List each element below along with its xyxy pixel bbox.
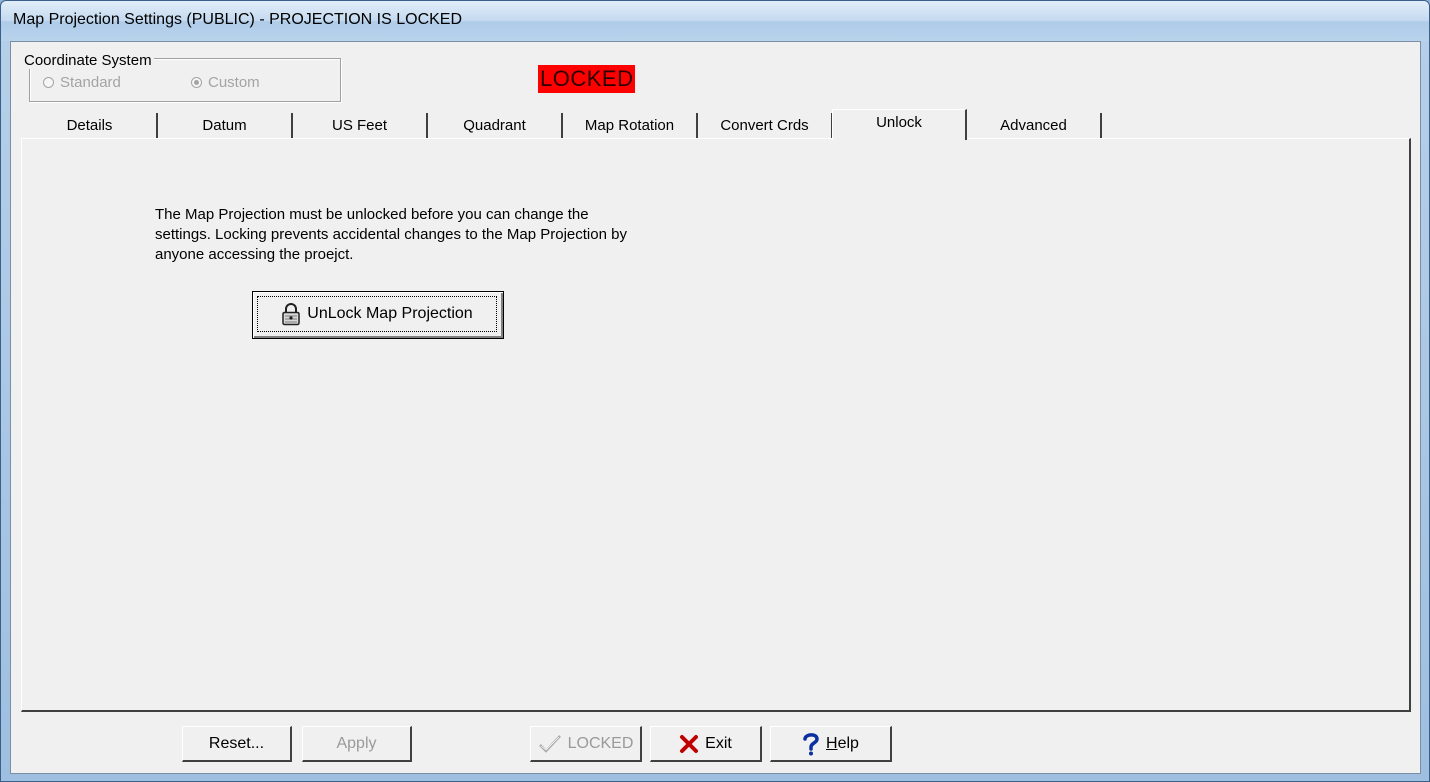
title-bar[interactable]: Map Projection Settings (PUBLIC) - PROJE… [1, 1, 1429, 41]
tab-advanced-label: Advanced [1000, 117, 1067, 134]
tab-details-label: Details [66, 117, 113, 134]
unlock-map-projection-button[interactable]: UnLock Map Projection [252, 291, 504, 339]
unlock-button-focus-rect: UnLock Map Projection [257, 296, 497, 332]
tab-quadrant[interactable]: Quadrant [428, 113, 563, 138]
checkmark-icon [538, 734, 562, 754]
exit-button-label: Exit [705, 734, 732, 752]
reset-button[interactable]: Reset... [182, 726, 292, 762]
tab-unlock[interactable]: Unlock [832, 109, 967, 140]
radio-custom-circle [191, 77, 202, 88]
dialog-window: Map Projection Settings (PUBLIC) - PROJE… [0, 0, 1430, 782]
help-button-label: Help [826, 735, 859, 753]
unlock-button-label: UnLock Map Projection [307, 305, 473, 322]
help-mnemonic: H [826, 734, 838, 752]
help-button[interactable]: Help [770, 726, 892, 762]
unlock-description-line-1: The Map Projection must be unlocked befo… [155, 206, 589, 223]
padlock-icon [282, 303, 301, 326]
locked-button-label: LOCKED [567, 734, 634, 752]
apply-button[interactable]: Apply [302, 726, 412, 762]
question-mark-icon [802, 732, 820, 756]
tab-us-feet-label: US Feet [331, 117, 388, 134]
close-x-icon [679, 734, 699, 754]
locked-status-badge: LOCKED [538, 65, 636, 93]
window-title: Map Projection Settings (PUBLIC) - PROJE… [13, 11, 463, 28]
tab-convert-crds[interactable]: Convert Crds [698, 113, 833, 138]
coordinate-system-legend: Coordinate System [22, 52, 154, 69]
tab-unlock-label: Unlock [876, 114, 922, 131]
radio-custom[interactable]: Custom [191, 74, 260, 91]
reset-button-label: Reset... [208, 734, 265, 752]
radio-standard-label: Standard [60, 74, 121, 91]
tab-convert-crds-label: Convert Crds [720, 117, 809, 134]
tab-us-feet[interactable]: US Feet [293, 113, 428, 138]
unlock-description-line-3: anyone accessing the proejct. [155, 246, 354, 263]
radio-custom-label: Custom [208, 74, 260, 91]
help-label-rest: elp [837, 734, 859, 752]
tab-details[interactable]: Details [23, 113, 158, 138]
radio-standard-circle [43, 77, 54, 88]
tab-quadrant-label: Quadrant [463, 117, 526, 134]
exit-button[interactable]: Exit [650, 726, 762, 762]
tab-datum[interactable]: Datum [158, 113, 293, 138]
unlock-description: The Map Projection must be unlocked befo… [155, 205, 695, 265]
dialog-client-area: Coordinate System Standard Custom LOCKED… [10, 41, 1421, 774]
unlock-tab-panel: The Map Projection must be unlocked befo… [21, 138, 1411, 712]
apply-button-label: Apply [336, 734, 377, 752]
tab-advanced[interactable]: Advanced [967, 113, 1102, 138]
tab-map-rotation-label: Map Rotation [584, 117, 675, 134]
unlock-description-line-2: settings. Locking prevents accidental ch… [155, 226, 627, 243]
tab-datum-label: Datum [202, 117, 247, 134]
tab-strip: Details Datum US Feet Quadrant Map Rotat… [23, 109, 1413, 140]
locked-button[interactable]: LOCKED [530, 726, 642, 762]
tab-map-rotation[interactable]: Map Rotation [563, 113, 698, 138]
radio-standard[interactable]: Standard [43, 74, 121, 91]
